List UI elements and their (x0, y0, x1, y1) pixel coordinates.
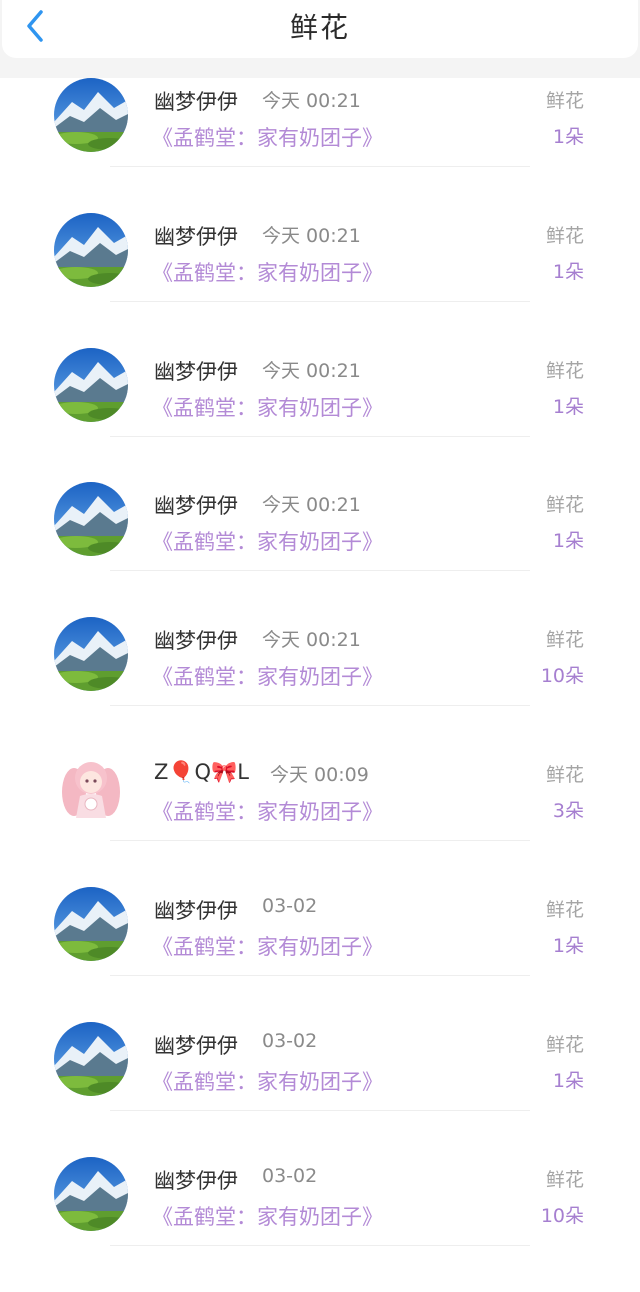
book-title[interactable]: 《孟鹤堂：家有奶团子》 (152, 1066, 383, 1096)
timestamp: 今天 00:09 (270, 764, 369, 786)
gift-count: 10朵 (540, 1205, 584, 1227)
timestamp: 03-02 (262, 1030, 318, 1052)
divider (110, 1110, 530, 1111)
user-name[interactable]: 幽梦伊伊 (154, 1165, 238, 1195)
gift-type: 鲜花 (545, 629, 584, 651)
timestamp: 03-02 (262, 895, 318, 917)
list-item[interactable]: 幽梦伊伊 今天 00:21 《孟鹤堂：家有奶团子》 鲜花 1朵 (0, 213, 640, 348)
divider (110, 166, 530, 167)
avatar[interactable] (54, 78, 128, 152)
gift-type: 鲜花 (545, 899, 584, 921)
gift-type: 鲜花 (545, 360, 584, 382)
header-bar: 鲜花 (0, 0, 640, 78)
gift-count: 1朵 (552, 396, 584, 418)
avatar[interactable] (54, 617, 128, 691)
list-item[interactable]: 幽梦伊伊 今天 00:21 《孟鹤堂：家有奶团子》 鲜花 1朵 (0, 78, 640, 213)
book-title[interactable]: 《孟鹤堂：家有奶团子》 (152, 392, 383, 422)
gift-type: 鲜花 (545, 225, 584, 247)
user-name[interactable]: 幽梦伊伊 (154, 1030, 238, 1060)
list-item[interactable]: 幽梦伊伊 03-02 《孟鹤堂：家有奶团子》 鲜花 10朵 (0, 1157, 640, 1292)
divider (110, 570, 530, 571)
timestamp: 今天 00:21 (262, 90, 361, 112)
divider (110, 705, 530, 706)
user-name[interactable]: 幽梦伊伊 (154, 356, 238, 386)
avatar[interactable] (54, 348, 128, 422)
divider (110, 975, 530, 976)
user-name[interactable]: 幽梦伊伊 (154, 625, 238, 655)
list-item[interactable]: 幽梦伊伊 今天 00:21 《孟鹤堂：家有奶团子》 鲜花 1朵 (0, 348, 640, 483)
user-name[interactable]: Z🎈Q🎀L (154, 760, 249, 785)
book-title[interactable]: 《孟鹤堂：家有奶团子》 (152, 122, 383, 152)
book-title[interactable]: 《孟鹤堂：家有奶团子》 (152, 796, 383, 826)
avatar[interactable] (54, 887, 128, 961)
list-item[interactable]: Z🎈Q🎀L 今天 00:09 《孟鹤堂：家有奶团子》 鲜花 3朵 (0, 752, 640, 887)
user-name[interactable]: 幽梦伊伊 (154, 221, 238, 251)
book-title[interactable]: 《孟鹤堂：家有奶团子》 (152, 931, 383, 961)
divider (110, 840, 530, 841)
avatar[interactable] (54, 1157, 128, 1231)
list-item[interactable]: 幽梦伊伊 今天 00:21 《孟鹤堂：家有奶团子》 鲜花 1朵 (0, 482, 640, 617)
book-title[interactable]: 《孟鹤堂：家有奶团子》 (152, 257, 383, 287)
book-title[interactable]: 《孟鹤堂：家有奶团子》 (152, 526, 383, 556)
user-name[interactable]: 幽梦伊伊 (154, 895, 238, 925)
timestamp: 今天 00:21 (262, 225, 361, 247)
gift-type: 鲜花 (545, 764, 584, 786)
avatar[interactable] (54, 482, 128, 556)
divider (110, 1245, 530, 1246)
list-item[interactable]: 幽梦伊伊 03-02 《孟鹤堂：家有奶团子》 鲜花 1朵 (0, 1022, 640, 1157)
divider (110, 301, 530, 302)
gift-count: 10朵 (540, 665, 584, 687)
gift-type: 鲜花 (545, 494, 584, 516)
avatar[interactable] (54, 752, 128, 826)
gift-count: 1朵 (552, 530, 584, 552)
gift-type: 鲜花 (545, 1034, 584, 1056)
timestamp: 今天 00:21 (262, 360, 361, 382)
gift-count: 1朵 (552, 126, 584, 148)
gift-count: 1朵 (552, 261, 584, 283)
list-item[interactable]: 幽梦伊伊 03-02 《孟鹤堂：家有奶团子》 鲜花 1朵 (0, 887, 640, 1022)
timestamp: 03-02 (262, 1165, 318, 1187)
gift-count: 3朵 (552, 800, 584, 822)
user-name[interactable]: 幽梦伊伊 (154, 490, 238, 520)
timestamp: 今天 00:21 (262, 629, 361, 651)
list-item[interactable]: 幽梦伊伊 今天 00:21 《孟鹤堂：家有奶团子》 鲜花 10朵 (0, 617, 640, 752)
book-title[interactable]: 《孟鹤堂：家有奶团子》 (152, 1201, 383, 1231)
book-title[interactable]: 《孟鹤堂：家有奶团子》 (152, 661, 383, 691)
timestamp: 今天 00:21 (262, 494, 361, 516)
gift-count: 1朵 (552, 1070, 584, 1092)
page-title: 鲜花 (289, 11, 350, 44)
gift-type: 鲜花 (545, 90, 584, 112)
gift-count: 1朵 (552, 935, 584, 957)
user-name[interactable]: 幽梦伊伊 (154, 86, 238, 116)
gift-type: 鲜花 (545, 1169, 584, 1191)
avatar[interactable] (54, 213, 128, 287)
avatar[interactable] (54, 1022, 128, 1096)
divider (110, 436, 530, 437)
header-card: 鲜花 (2, 0, 638, 58)
